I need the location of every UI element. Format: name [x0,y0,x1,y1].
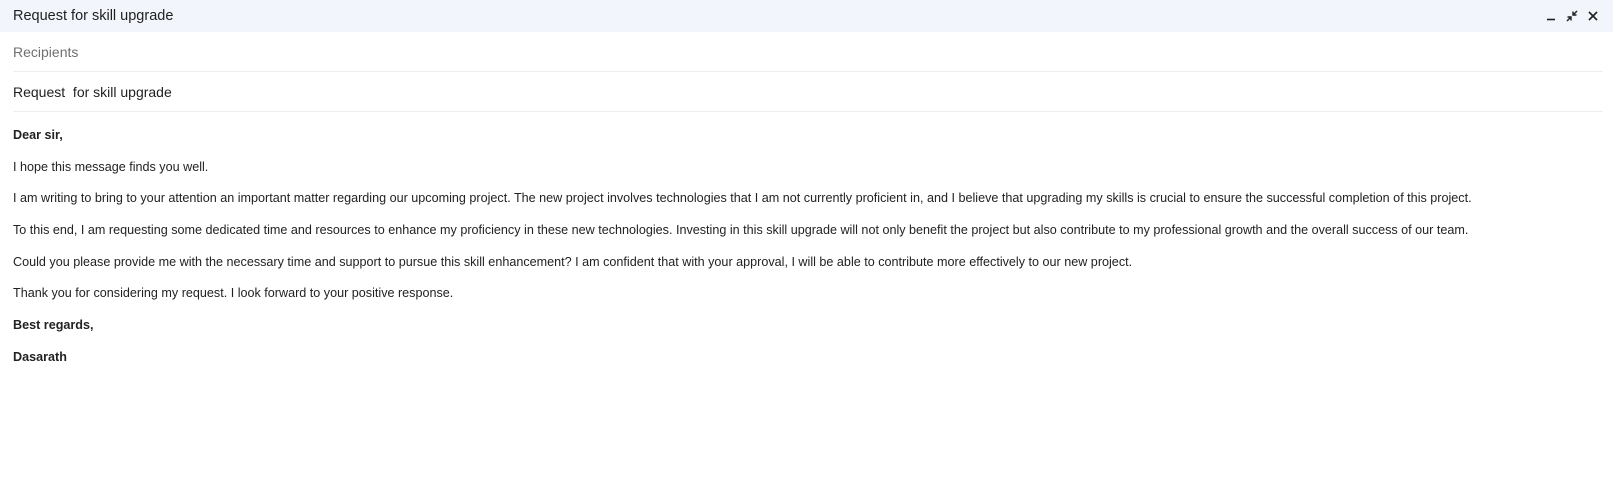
window-controls [1542,8,1601,25]
body-paragraph: Thank you for considering my request. I … [13,286,454,301]
recipients-field[interactable]: Recipients [13,44,1603,60]
body-paragraph: I am writing to bring to your attention … [13,191,1472,206]
message-body[interactable]: Dear sir, I hope this message finds you … [0,112,1613,365]
compose-title: Request for skill upgrade [13,8,174,24]
body-paragraph: Could you please provide me with the nec… [13,254,1133,269]
exit-fullscreen-icon[interactable] [1563,8,1580,25]
closing: Best regards, [13,318,94,333]
recipients-row: Recipients [13,32,1603,72]
compose-title-bar[interactable]: Request for skill upgrade [0,0,1613,32]
subject-row: Request for skill upgrade [13,72,1603,112]
minimize-icon[interactable] [1542,8,1559,25]
close-icon[interactable] [1584,8,1601,25]
signature: Dasarath [13,349,67,364]
body-paragraph: To this end, I am requesting some dedica… [13,223,1469,238]
greeting: Dear sir, [13,128,63,142]
subject-field[interactable]: Request for skill upgrade [13,84,1603,100]
body-paragraph: I hope this message finds you well. [13,159,209,174]
compose-window: Request for skill upgrade Recipients Req… [0,0,1613,490]
